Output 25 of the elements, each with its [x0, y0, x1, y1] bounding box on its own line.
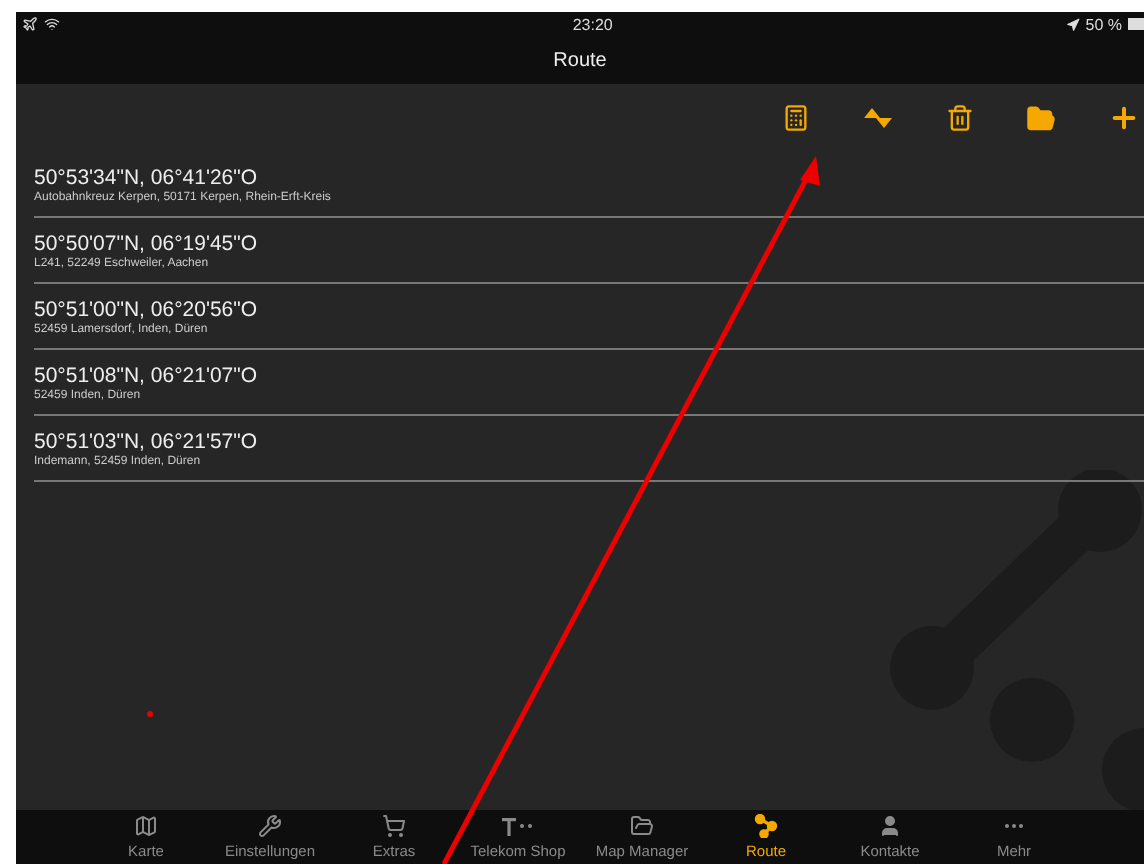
route-coordinates: 50°51'03"N, 06°21'57"O [34, 430, 260, 454]
status-time: 23:20 [570, 15, 615, 33]
person-icon [878, 814, 902, 838]
map-icon [134, 814, 158, 838]
route-coordinates: 50°50'07"N, 06°19'45"O [34, 232, 260, 256]
battery-icon [1128, 18, 1144, 30]
sort-button[interactable] [862, 104, 894, 132]
delete-button[interactable] [946, 104, 974, 132]
route-coordinates: 50°51'08"N, 06°21'07"O [34, 364, 260, 388]
wifi-icon [44, 16, 60, 32]
location-icon [1065, 17, 1080, 31]
annotation-dot [147, 711, 153, 717]
route-icon [754, 814, 778, 838]
add-button[interactable] [1108, 102, 1140, 134]
folder-icon [630, 814, 654, 838]
folder-button[interactable] [1026, 103, 1056, 133]
battery-percent: 50 % [1085, 15, 1122, 33]
route-coordinates: 50°53'34"N, 06°41'26"O [34, 166, 260, 190]
airplane-icon [22, 16, 38, 32]
nav-title: Route [553, 49, 607, 71]
calculator-button[interactable] [782, 104, 810, 132]
telekom-logo-icon [500, 814, 536, 838]
wrench-icon [258, 814, 282, 838]
cart-icon [382, 814, 406, 838]
route-coordinates: 50°51'00"N, 06°20'56"O [34, 298, 260, 322]
